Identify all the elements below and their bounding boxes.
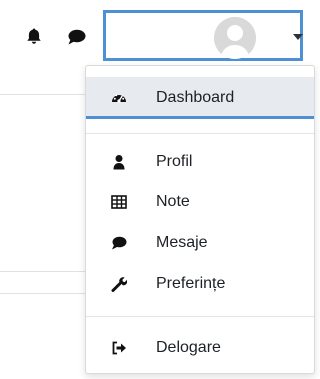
menu-item-dashboard[interactable]: Dashboard (86, 77, 314, 119)
comment-icon[interactable] (67, 28, 86, 46)
comment-icon (111, 235, 127, 251)
user-dropdown-menu: Dashboard Profil Note Mesaje Preferințe … (85, 65, 315, 374)
bell-icon[interactable] (25, 27, 43, 45)
menu-item-messages[interactable]: Mesaje (86, 222, 314, 264)
menu-item-label: Note (156, 193, 190, 210)
menu-item-label: Delogare (156, 339, 221, 356)
sign-out-icon (111, 340, 127, 356)
menu-item-logout[interactable]: Delogare (86, 327, 314, 369)
menu-item-label: Profil (156, 153, 193, 170)
menu-item-profile[interactable]: Profil (86, 141, 314, 183)
menu-item-label: Preferințe (156, 275, 226, 292)
content-divider (0, 94, 95, 95)
content-divider (0, 271, 95, 272)
caret-down-icon (293, 34, 303, 40)
user-avatar-icon (214, 17, 256, 59)
dashboard-icon (111, 90, 127, 106)
menu-item-label: Mesaje (156, 234, 208, 251)
menu-divider (86, 316, 314, 317)
menu-item-grades[interactable]: Note (86, 181, 314, 223)
menu-item-label: Dashboard (156, 89, 235, 106)
menu-item-preferences[interactable]: Preferințe (86, 263, 314, 305)
user-menu-toggle[interactable] (103, 10, 303, 61)
content-divider (0, 293, 95, 294)
page: { "navbar": { "notifications_icon": "bel… (0, 0, 315, 379)
user-icon (111, 154, 127, 170)
wrench-icon (111, 276, 128, 292)
menu-divider (86, 133, 314, 134)
table-icon (111, 194, 127, 210)
